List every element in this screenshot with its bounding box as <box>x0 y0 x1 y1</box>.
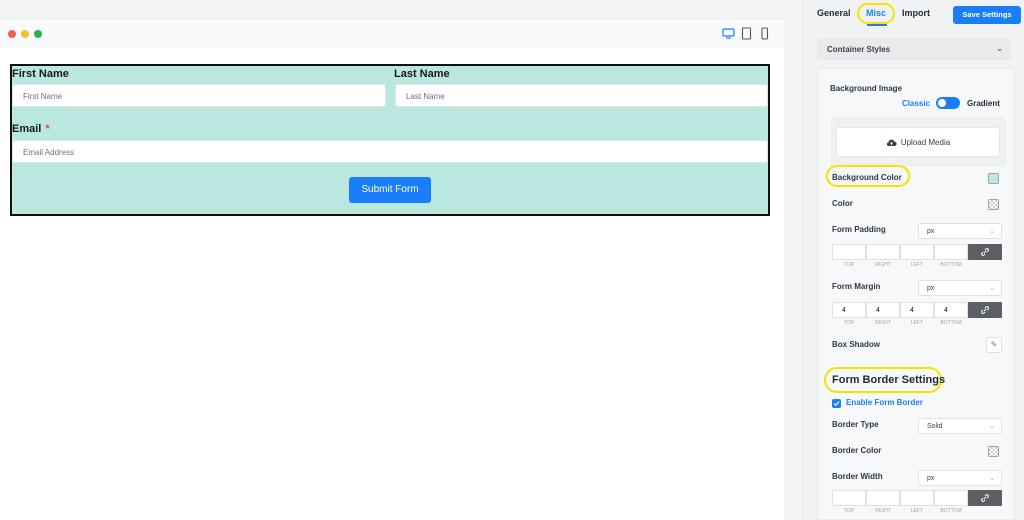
settings-panel: General Misc Import Save Settings Contai… <box>802 0 1024 520</box>
checkmark-icon <box>833 401 840 407</box>
first-name-input[interactable]: First Name <box>12 84 386 107</box>
window-maximize-dot <box>34 30 42 38</box>
toggle-knob <box>938 99 946 107</box>
form-margin-label: Form Margin <box>832 282 881 291</box>
form-padding-label: Form Padding <box>832 225 886 234</box>
toggle-classic-label[interactable]: Classic <box>902 99 930 108</box>
padding-link-button[interactable] <box>968 244 1002 260</box>
side-label-right: RIGHT <box>875 508 891 514</box>
border-width-label: Border Width <box>832 472 883 481</box>
email-input[interactable]: Email Address <box>12 140 768 163</box>
email-label: Email * <box>12 123 50 135</box>
settings-tabs: General Misc Import Save Settings <box>803 0 1024 28</box>
upload-media-button[interactable]: Upload Media <box>836 127 1000 157</box>
border-width-link-button[interactable] <box>968 490 1002 506</box>
window-minimize-dot <box>21 30 29 38</box>
active-tab-indicator <box>867 24 887 26</box>
container-styles-accordion[interactable]: Container Styles ⌄ <box>817 38 1011 60</box>
enable-border-label[interactable]: Enable Form Border <box>846 398 923 407</box>
color-swatch[interactable] <box>988 199 999 210</box>
required-asterisk: * <box>45 123 50 135</box>
side-label-top: TOP <box>843 508 855 514</box>
margin-top-input[interactable]: 4 <box>832 302 866 318</box>
form-margin-unit-select[interactable]: px ⌄ <box>918 280 1002 296</box>
margin-link-button[interactable] <box>968 302 1002 318</box>
padding-left-input[interactable] <box>900 244 934 260</box>
form-border-settings-title: Form Border Settings <box>832 374 946 386</box>
side-label-right: RIGHT <box>875 262 891 268</box>
side-label-left: LEFT <box>910 262 924 268</box>
side-label-top: TOP <box>843 320 855 326</box>
link-icon <box>981 248 989 256</box>
link-icon <box>981 494 989 502</box>
border-width-unit-select[interactable]: px ⌄ <box>918 470 1002 486</box>
upload-media-label: Upload Media <box>900 138 951 147</box>
side-label-bottom: BOTTOM <box>940 320 962 326</box>
tab-general[interactable]: General <box>817 8 851 18</box>
margin-bottom-input[interactable]: 4 <box>934 302 968 318</box>
tab-misc[interactable]: Misc <box>866 8 886 18</box>
side-label-left: LEFT <box>910 320 924 326</box>
last-name-label: Last Name <box>394 68 450 80</box>
cloud-upload-icon <box>886 139 897 146</box>
email-label-text: Email <box>12 123 42 135</box>
side-label-bottom: BOTTOM <box>940 508 962 514</box>
form-padding-unit-value: px <box>927 228 935 235</box>
side-label-top: TOP <box>843 262 855 268</box>
box-shadow-label: Box Shadow <box>832 340 881 349</box>
border-width-top-input[interactable] <box>832 490 866 506</box>
margin-right-input[interactable]: 4 <box>866 302 900 318</box>
editor-canvas: First Name First Name Last Name Last Nam… <box>0 0 802 520</box>
border-width-right-input[interactable] <box>866 490 900 506</box>
margin-left-input[interactable]: 4 <box>900 302 934 318</box>
border-type-select[interactable]: Solid ⌄ <box>918 418 1002 434</box>
accordion-title: Container Styles <box>827 45 891 54</box>
padding-top-input[interactable] <box>832 244 866 260</box>
background-color-swatch[interactable] <box>988 173 999 184</box>
container-styles-body: Background Image Classic Gradient Upload… <box>817 68 1015 520</box>
tablet-view-icon[interactable] <box>740 27 753 40</box>
submit-button[interactable]: Submit Form <box>349 177 431 203</box>
side-label-right: RIGHT <box>875 320 891 326</box>
window-close-dot <box>8 30 16 38</box>
form-container: First Name First Name Last Name Last Nam… <box>10 64 770 216</box>
chevron-down-icon: ⌄ <box>989 228 995 235</box>
tab-import[interactable]: Import <box>902 8 930 18</box>
chevron-down-icon: ⌄ <box>989 285 995 292</box>
save-settings-button[interactable]: Save Settings <box>953 6 1021 24</box>
enable-border-checkbox[interactable] <box>832 399 841 408</box>
side-label-left: LEFT <box>910 508 924 514</box>
border-type-value: Solid <box>927 423 943 430</box>
link-icon <box>981 306 989 314</box>
border-type-label: Border Type <box>832 420 879 429</box>
preview-toolbar <box>0 20 784 48</box>
desktop-view-icon[interactable] <box>722 27 735 40</box>
color-label: Color <box>832 199 853 208</box>
form-margin-unit-value: px <box>927 285 935 292</box>
background-color-label: Background Color <box>832 173 902 182</box>
chevron-down-icon: ⌄ <box>989 423 995 430</box>
background-image-label: Background Image <box>830 84 903 93</box>
form-preview: First Name First Name Last Name Last Nam… <box>0 20 784 520</box>
chevron-down-icon: ⌄ <box>989 475 995 482</box>
padding-bottom-input[interactable] <box>934 244 968 260</box>
toggle-gradient-label[interactable]: Gradient <box>967 99 1000 108</box>
border-color-label: Border Color <box>832 446 882 455</box>
border-width-unit-value: px <box>927 475 935 482</box>
form-padding-unit-select[interactable]: px ⌄ <box>918 223 1002 239</box>
last-name-input[interactable]: Last Name <box>395 84 768 107</box>
first-name-label: First Name <box>12 68 69 80</box>
border-width-bottom-input[interactable] <box>934 490 968 506</box>
side-label-bottom: BOTTOM <box>940 262 962 268</box>
border-width-left-input[interactable] <box>900 490 934 506</box>
border-color-swatch[interactable] <box>988 446 999 457</box>
classic-gradient-toggle[interactable] <box>936 97 960 109</box>
padding-right-input[interactable] <box>866 244 900 260</box>
mobile-view-icon[interactable] <box>758 27 771 40</box>
edit-icon[interactable]: ✎ <box>986 337 1002 353</box>
chevron-down-icon: ⌄ <box>996 44 1003 53</box>
